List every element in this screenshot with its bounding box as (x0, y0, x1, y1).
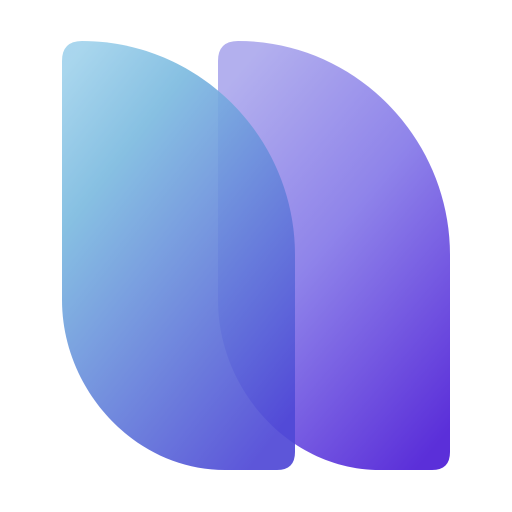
app-icon-canvas (0, 0, 512, 512)
twin-leaf-logo-icon (62, 41, 450, 470)
